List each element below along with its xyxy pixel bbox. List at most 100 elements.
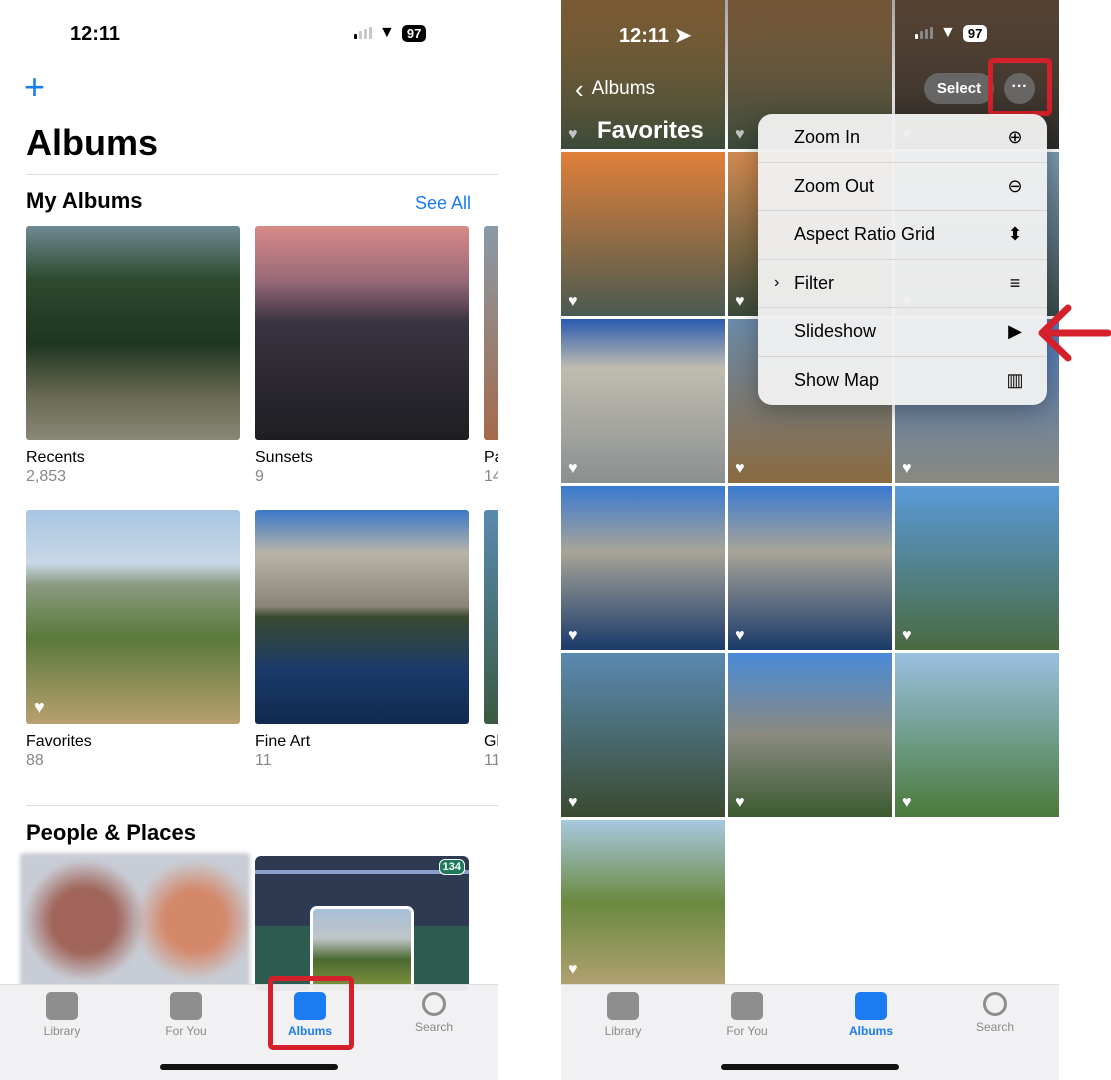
- album-sunsets[interactable]: [255, 226, 469, 440]
- section-my-albums: My Albums: [26, 188, 143, 213]
- menu-item-zoom-out[interactable]: Zoom Out ⊖: [758, 163, 1047, 211]
- signal-icon: [915, 27, 933, 39]
- heart-icon: ♥: [568, 961, 578, 978]
- map-icon: ▥: [1006, 370, 1024, 391]
- album-count: 9: [255, 468, 264, 485]
- tab-label: Library: [604, 1024, 642, 1038]
- status-time: 12:11: [70, 23, 121, 45]
- heart-icon: ♥: [568, 460, 578, 477]
- highlight-box: [268, 976, 354, 1050]
- places-map[interactable]: 134: [255, 856, 469, 991]
- album-count: 88: [26, 752, 44, 769]
- highlight-box: [988, 58, 1052, 116]
- map-route-badge: 134: [438, 859, 465, 875]
- album-count: 2,853: [26, 468, 67, 485]
- people-album[interactable]: [20, 853, 250, 988]
- album-name: Sunsets: [255, 449, 313, 466]
- menu-item-slideshow[interactable]: Slideshow ▶︎: [758, 308, 1047, 357]
- photo-thumbnail[interactable]: ♥: [895, 653, 1059, 817]
- album-recents[interactable]: [26, 226, 240, 440]
- search-icon: [422, 992, 446, 1016]
- options-menu: Zoom In ⊕ Zoom Out ⊖ Aspect Ratio Grid ⬍ › F…: [758, 114, 1047, 405]
- select-button[interactable]: Select: [924, 73, 994, 104]
- photo-thumbnail[interactable]: ♥: [728, 653, 892, 817]
- tab-library[interactable]: Library: [578, 992, 668, 1038]
- red-arrow-annotation: [1038, 304, 1111, 362]
- photo-thumbnail[interactable]: ♥: [561, 820, 725, 984]
- tab-for-you[interactable]: For You: [702, 992, 792, 1038]
- albums-screen: 12:11 ▼ 97 + Albums My Albums See All Re…: [0, 0, 498, 1080]
- zoom-in-icon: ⊕: [1007, 127, 1023, 148]
- tab-label: For You: [165, 1024, 207, 1038]
- search-icon: [983, 992, 1007, 1016]
- album-count: 11: [255, 752, 272, 769]
- heart-icon: ♥: [568, 293, 578, 310]
- photo-thumbnail[interactable]: ♥: [728, 486, 892, 650]
- photo-thumbnail[interactable]: ♥: [895, 486, 1059, 650]
- home-indicator: [721, 1064, 899, 1070]
- back-button[interactable]: ‹ Albums: [575, 76, 655, 102]
- tab-label: For You: [726, 1024, 768, 1038]
- home-indicator: [160, 1064, 338, 1070]
- photo-thumbnail[interactable]: ♥: [561, 653, 725, 817]
- tab-label: Albums: [848, 1024, 893, 1038]
- tab-label: Search: [414, 1020, 454, 1034]
- menu-item-zoom-in[interactable]: Zoom In ⊕: [758, 114, 1047, 163]
- photo-thumbnail[interactable]: ♥: [561, 486, 725, 650]
- album-title: Favorites: [597, 117, 704, 144]
- heart-icon: ♥: [34, 697, 45, 717]
- chevron-left-icon: ‹: [575, 74, 584, 104]
- status-icons: ▼ 97: [915, 24, 988, 42]
- photo-thumbnail[interactable]: ♥: [561, 319, 725, 483]
- section-people-places: People & Places: [26, 820, 196, 845]
- status-icons: ▼ 97: [354, 24, 427, 42]
- album-partial[interactable]: [484, 226, 498, 440]
- album-name: Gl: [484, 733, 498, 750]
- heart-icon: ♥: [568, 794, 578, 811]
- menu-item-filter[interactable]: › Filter ≡: [758, 260, 1047, 308]
- see-all-link[interactable]: See All: [415, 193, 471, 214]
- status-time: 12:11 ➤: [619, 25, 692, 47]
- tab-search[interactable]: Search: [950, 992, 1040, 1034]
- album-count: 11: [484, 752, 498, 769]
- album-fine-art[interactable]: [255, 510, 469, 724]
- album-favorites[interactable]: ♥: [26, 510, 240, 724]
- tab-label: Library: [43, 1024, 81, 1038]
- heart-icon: ♥: [568, 627, 578, 644]
- photo-library-icon: [607, 992, 639, 1020]
- plus-icon[interactable]: +: [24, 66, 45, 108]
- album-name: Recents: [26, 449, 85, 466]
- heart-icon: ♥: [902, 460, 912, 477]
- tab-label: Search: [975, 1020, 1015, 1034]
- battery-indicator: 97: [401, 24, 427, 42]
- play-icon: ▶︎: [1008, 321, 1022, 342]
- menu-item-show-map[interactable]: Show Map ▥: [758, 357, 1047, 406]
- heart-icon: ♥: [735, 794, 745, 811]
- heart-icon: ♥: [902, 794, 912, 811]
- heart-icon: ♥: [735, 293, 745, 310]
- heart-icon: ♥: [902, 627, 912, 644]
- albums-icon: [855, 992, 887, 1020]
- for-you-icon: [170, 992, 202, 1020]
- filter-icon: ≡: [1009, 272, 1021, 293]
- tab-for-you[interactable]: For You: [141, 992, 231, 1038]
- album-count: 14: [484, 468, 498, 485]
- heart-icon: ♥: [735, 460, 745, 477]
- tab-albums[interactable]: Albums: [826, 992, 916, 1038]
- chevron-right-icon: ›: [774, 274, 780, 292]
- wifi-icon: ▼: [379, 24, 395, 41]
- location-arrow-icon: ➤: [674, 25, 692, 47]
- zoom-out-icon: ⊖: [1007, 175, 1023, 196]
- heart-icon: ♥: [735, 627, 745, 644]
- photo-thumbnail[interactable]: ♥: [561, 152, 725, 316]
- album-name: Favorites: [26, 733, 92, 750]
- album-name: Pa: [484, 449, 498, 466]
- aspect-ratio-icon: ⬍: [1007, 224, 1023, 245]
- menu-item-aspect-ratio-grid[interactable]: Aspect Ratio Grid ⬍: [758, 211, 1047, 260]
- photo-library-icon: [46, 992, 78, 1020]
- album-partial[interactable]: [484, 510, 498, 724]
- album-name: Fine Art: [255, 733, 311, 750]
- tab-search[interactable]: Search: [389, 992, 479, 1034]
- favorites-screen: ♥♥♥♥♥♥♥♥♥♥♥♥♥♥♥♥ 12:11 ➤ ▼ 97 ‹Albums Fa…: [561, 0, 1059, 1080]
- tab-library[interactable]: Library: [17, 992, 107, 1038]
